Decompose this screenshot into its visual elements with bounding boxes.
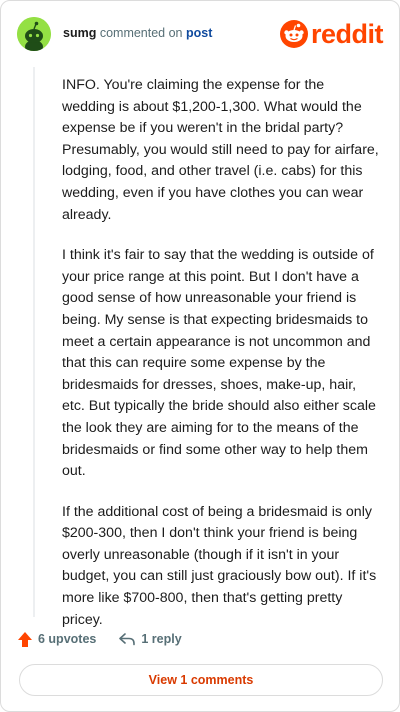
comment-paragraph: INFO. You're claiming the expense for th…	[62, 77, 379, 223]
view-comments-button[interactable]: View 1 comments	[19, 664, 383, 696]
upvote-arrow-icon	[18, 631, 32, 647]
upvote-button[interactable]: 6 upvotes	[17, 631, 96, 648]
upvote-count: 6 upvotes	[38, 632, 97, 646]
author-line: sumg commented on post	[63, 26, 212, 40]
reply-button[interactable]: 1 reply	[118, 632, 182, 646]
reddit-logo[interactable]: reddit	[279, 19, 384, 49]
reddit-snoo-icon	[279, 20, 308, 48]
comment-body: INFO. You're claiming the expense for th…	[62, 75, 380, 650]
thread-line[interactable]	[33, 67, 35, 617]
reply-count: 1 reply	[141, 632, 182, 646]
comment-paragraph: I think it's fair to say that the weddin…	[62, 247, 376, 480]
commented-on-text: commented on	[99, 26, 183, 40]
reddit-wordmark: reddit	[310, 19, 384, 49]
snoo-avatar-icon[interactable]	[17, 17, 51, 51]
comment-header: sumg commented on post reddit	[17, 17, 384, 51]
username-link[interactable]: sumg	[63, 26, 96, 40]
comment-actions: 6 upvotes 1 reply	[17, 629, 204, 649]
reply-arrow-icon	[119, 633, 136, 646]
comment-paragraph: If the additional cost of being a brides…	[62, 503, 377, 628]
comment-card: sumg commented on post reddit INFO. You'…	[0, 0, 400, 712]
post-link[interactable]: post	[186, 26, 212, 40]
